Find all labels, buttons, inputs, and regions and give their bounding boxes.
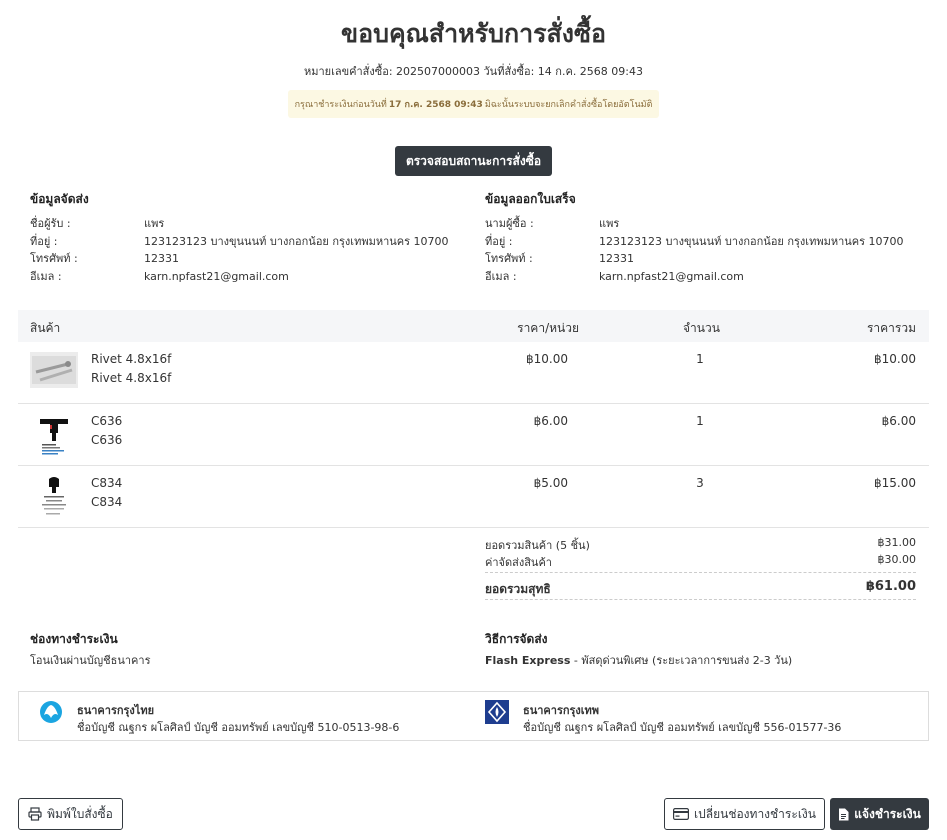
shipping-label-name: ชื่อผู้รับ : [30, 217, 71, 230]
print-order-label: พิมพ์ใบสั่งซื้อ [47, 806, 113, 821]
unit-price: ฿6.00 [533, 414, 568, 428]
table-row: C636 C636 ฿6.00 1 ฿6.00 [18, 404, 929, 466]
product-subname: C834 [91, 495, 123, 509]
subtotal-value: ฿31.00 [877, 536, 917, 549]
printer-icon [28, 807, 42, 821]
notify-payment-button[interactable]: แจ้งชำระเงิน [830, 798, 929, 830]
bank-name: ธนาคารกรุงไทย [77, 704, 155, 717]
subtotal-line: ยอดรวมสินค้า (5 ชิ้น) ฿31.00 [485, 536, 916, 552]
change-payment-label: เปลี่ยนช่องทางชำระเงิน [694, 806, 816, 821]
bank-name: ธนาคารกรุงเทพ [523, 704, 600, 717]
bank-accounts: ธนาคารกรุงไทย ชื่อบัญชี ณฐกร ผโลศิลป์ บั… [18, 691, 929, 741]
shipping-fee-label: ค่าจัดส่งสินค้า [485, 556, 552, 569]
header-qty: จำนวน [683, 321, 720, 335]
payment-deadline-alert: กรุณาชำระเงินก่อนวันที่ 17 ก.ค. 2568 09:… [288, 90, 659, 118]
unit-price: ฿10.00 [526, 352, 568, 366]
shipping-method: Flash Express - พัสดุด่วนพิเศษ (ระยะเวลา… [485, 651, 792, 669]
shipping-value-address: 123123123 บางขุนนนท์ บางกอกน้อย กรุงเทพม… [144, 235, 449, 248]
shipping-value-phone: 12331 [144, 252, 179, 265]
print-order-button[interactable]: พิมพ์ใบสั่งซื้อ [18, 798, 123, 830]
billing-value-email: karn.npfast21@gmail.com [599, 270, 744, 283]
shipping-info-title: ข้อมูลจัดส่ง [30, 192, 89, 206]
billing-info-title: ข้อมูลออกใบเสร็จ [485, 192, 576, 206]
billing-value-name: แพร [599, 217, 620, 230]
header-unit-price: ราคา/หน่วย [517, 321, 579, 335]
alert-suffix: มิฉะนั้นระบบจะยกเลิกคำสั่งซื้อโดยอัตโนมั… [484, 100, 653, 110]
bank-account-detail: ชื่อบัญชี ณฐกร ผโลศิลป์ บัญชี ออมทรัพย์ … [77, 721, 400, 734]
alert-deadline: 17 ก.ค. 2568 09:43 [388, 100, 483, 110]
bank-account-detail: ชื่อบัญชี ณฐกร ผโลศิลป์ บัญชี ออมทรัพย์ … [523, 721, 842, 734]
billing-info: นามผู้ซื้อ : แพร ที่อยู่ : 123123123 บาง… [485, 215, 925, 287]
credit-card-icon [673, 808, 690, 820]
billing-value-address: 123123123 บางขุนนนท์ บางกอกน้อย กรุงเทพม… [599, 235, 904, 248]
billing-label-phone: โทรศัพท์ : [485, 252, 533, 265]
billing-label-email: อีเมล : [485, 270, 517, 283]
product-subname: C636 [91, 433, 123, 447]
billing-label-address: ที่อยู่ : [485, 235, 513, 248]
product-image-rivet [30, 352, 78, 388]
table-row: Rivet 4.8x16f Rivet 4.8x16f ฿10.00 1 ฿10… [18, 342, 929, 404]
grand-total-line: ยอดรวมสุทธิ ฿61.00 [485, 572, 916, 600]
grand-total-value: ฿61.00 [865, 579, 916, 594]
unit-price: ฿5.00 [533, 476, 568, 490]
document-icon [839, 808, 849, 820]
shipping-value-name: แพร [144, 217, 165, 230]
shipping-label-address: ที่อยู่ : [30, 235, 58, 248]
shipping-fee-value: ฿30.00 [877, 553, 917, 566]
shipping-label-email: อีเมล : [30, 270, 62, 283]
bank-account-ktb: ธนาคารกรุงไทย ชื่อบัญชี ณฐกร ผโลศิลป์ บั… [39, 700, 439, 734]
header-product: สินค้า [30, 321, 61, 335]
product-image-clip [30, 473, 78, 521]
alert-prefix: กรุณาชำระเงินก่อนวันที่ [294, 100, 387, 110]
shipping-label-phone: โทรศัพท์ : [30, 252, 78, 265]
table-row: C834 C834 ฿5.00 3 ฿15.00 [18, 466, 929, 528]
change-payment-button[interactable]: เปลี่ยนช่องทางชำระเงิน [664, 798, 825, 830]
bank-account-bbl: ธนาคารกรุงเทพ ชื่อบัญชี ณฐกร ผโลศิลป์ บั… [485, 700, 905, 734]
shipping-info: ชื่อผู้รับ : แพร ที่อยู่ : 123123123 บาง… [30, 215, 450, 287]
product-image-clip [30, 411, 78, 459]
product-subname: Rivet 4.8x16f [91, 371, 172, 385]
subtotal-label: ยอดรวมสินค้า (5 ชิ้น) [485, 539, 590, 552]
line-total: ฿10.00 [874, 352, 916, 366]
check-order-status-button[interactable]: ตรวจสอบสถานะการสั่งซื้อ [395, 146, 552, 176]
page-title: ขอบคุณสำหรับการสั่งซื้อ [340, 19, 606, 48]
header-total: ราคารวม [866, 321, 916, 335]
order-table-header: สินค้า ราคา/หน่วย จำนวน ราคารวม [18, 310, 929, 342]
quantity: 3 [696, 476, 704, 490]
product-name[interactable]: C636 [91, 414, 122, 428]
notify-payment-label: แจ้งชำระเงิน [854, 806, 921, 821]
order-meta: หมายเลขคำสั่งซื้อ: 202507000003 วันที่สั… [303, 65, 644, 78]
shipping-fee-line: ค่าจัดส่งสินค้า ฿30.00 [485, 553, 916, 569]
product-name[interactable]: C834 [91, 476, 122, 490]
line-total: ฿6.00 [881, 414, 916, 428]
line-total: ฿15.00 [874, 476, 916, 490]
payment-channel-title: ช่องทางชำระเงิน [30, 632, 118, 646]
quantity: 1 [696, 414, 704, 428]
grand-total-label: ยอดรวมสุทธิ [485, 582, 551, 596]
shipping-method-title: วิธีการจัดส่ง [485, 632, 548, 646]
shipping-carrier: Flash Express [485, 654, 571, 667]
billing-label-name: นามผู้ซื้อ : [485, 217, 534, 230]
krungthai-bank-icon [40, 701, 62, 723]
payment-method: โอนเงินผ่านบัญชีธนาคาร [30, 654, 151, 667]
quantity: 1 [696, 352, 704, 366]
shipping-detail: - พัสดุด่วนพิเศษ (ระยะเวลาการขนส่ง 2-3 ว… [570, 654, 793, 667]
billing-value-phone: 12331 [599, 252, 634, 265]
product-name[interactable]: Rivet 4.8x16f [91, 352, 171, 366]
bangkok-bank-icon [485, 700, 509, 724]
shipping-value-email: karn.npfast21@gmail.com [144, 270, 289, 283]
